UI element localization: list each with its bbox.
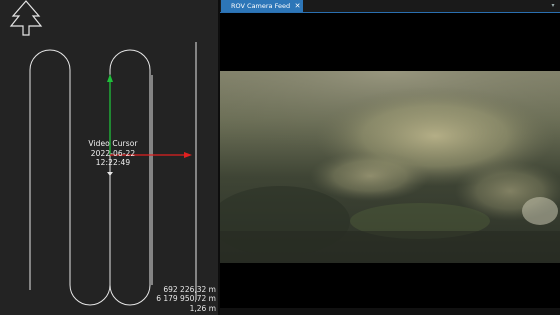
camera-video-frame bbox=[220, 71, 560, 263]
close-icon[interactable]: ✕ bbox=[293, 0, 302, 12]
camera-panel: ROV Camera Feed ✕ ▾ bbox=[220, 0, 560, 315]
menu-icon[interactable]: ▾ bbox=[548, 0, 558, 12]
northing-readout: 6 179 950,72 m bbox=[156, 294, 216, 304]
status-strip bbox=[220, 308, 560, 315]
video-cursor-time: 12:22:49 bbox=[95, 158, 131, 168]
map-view[interactable]: Video Cursor 2022-06-22 12:22:49 692 226… bbox=[0, 0, 218, 315]
video-cursor-date: 2022-06-22 bbox=[90, 148, 136, 158]
easting-readout: 692 226,32 m bbox=[163, 284, 216, 294]
position-readout: 692 226,32 m 6 179 950,72 m 1,26 m bbox=[156, 285, 216, 314]
north-arrow-icon bbox=[9, 0, 43, 36]
video-cursor-title: Video Cursor bbox=[88, 139, 138, 148]
north-axis-arrowhead bbox=[107, 74, 113, 82]
tab-label: ROV Camera Feed bbox=[231, 2, 291, 10]
cursor-marker-icon bbox=[107, 172, 113, 176]
survey-track bbox=[29, 42, 197, 306]
video-cursor-label: Video Cursor 2022-06-22 12:22:49 bbox=[84, 139, 142, 168]
east-axis-arrowhead bbox=[184, 152, 192, 158]
tab-rov-camera-feed[interactable]: ROV Camera Feed bbox=[221, 0, 303, 12]
depth-readout: 1,26 m bbox=[189, 304, 216, 314]
tab-bar: ROV Camera Feed ✕ ▾ bbox=[220, 0, 560, 13]
